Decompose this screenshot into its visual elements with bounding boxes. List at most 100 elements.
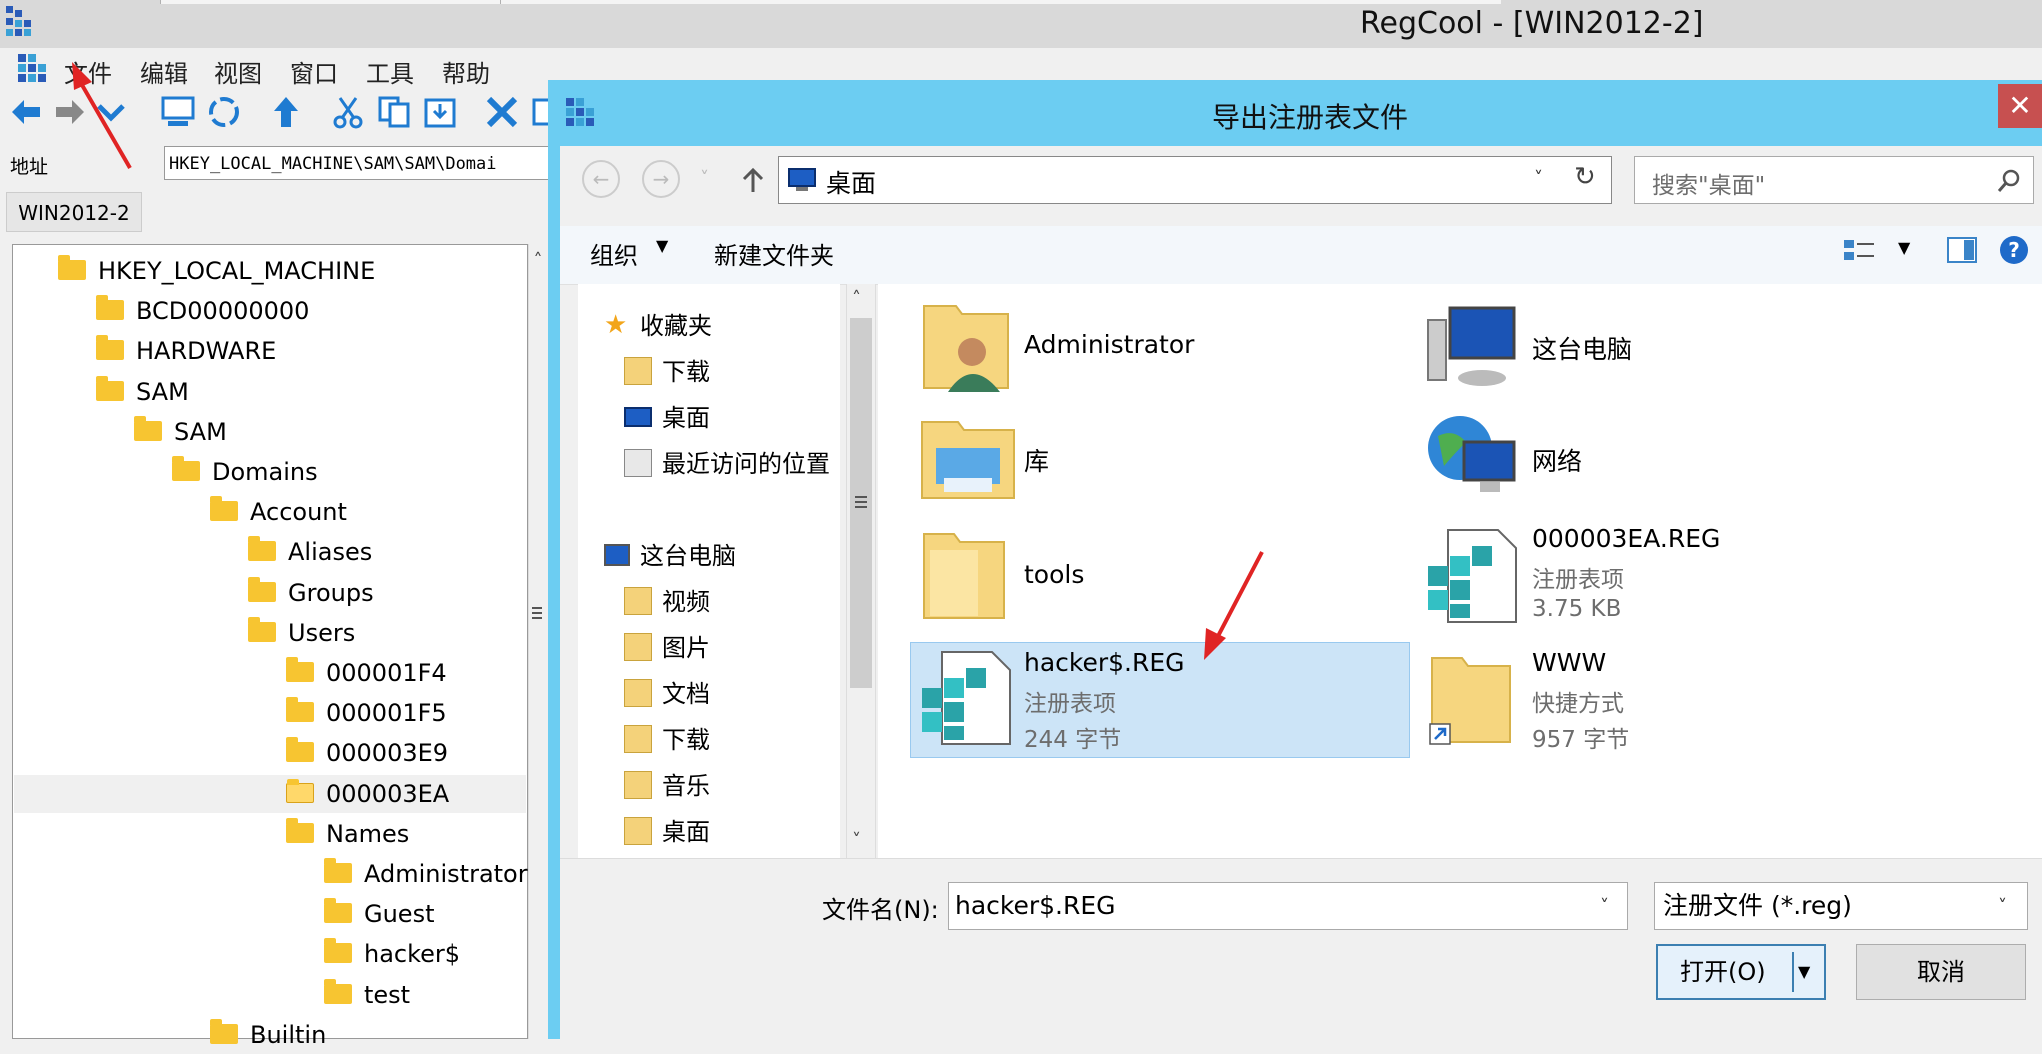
- file-name[interactable]: Administrator: [1024, 330, 1194, 359]
- location-bar[interactable]: [778, 156, 1612, 204]
- copy-icon[interactable]: [376, 94, 412, 130]
- tree-scrollbar[interactable]: [528, 244, 549, 1039]
- shortcut-folder-icon[interactable]: [1424, 648, 1516, 748]
- tree-item[interactable]: 000001F5: [286, 694, 447, 732]
- user-folder-icon[interactable]: [920, 296, 1012, 396]
- new-folder-button[interactable]: 新建文件夹: [714, 236, 834, 271]
- reg-file-icon[interactable]: [918, 648, 1014, 748]
- tree-item[interactable]: Builtin: [210, 1016, 326, 1054]
- scroll-up-icon[interactable]: ˄: [852, 288, 861, 309]
- refresh-icon[interactable]: [206, 94, 242, 130]
- app-menu-icon[interactable]: [18, 54, 48, 84]
- file-name[interactable]: tools: [1024, 560, 1084, 589]
- tree-item[interactable]: hacker$: [324, 935, 460, 973]
- window-tab[interactable]: [160, 0, 501, 4]
- scroll-grip-icon[interactable]: [852, 490, 870, 514]
- cut-icon[interactable]: [330, 94, 366, 130]
- view-dropdown-icon[interactable]: ▼: [1898, 238, 1910, 257]
- tree-item[interactable]: SAM: [134, 413, 227, 451]
- file-name[interactable]: WWW: [1532, 648, 1606, 677]
- nav-pc-pictures[interactable]: 图片: [624, 628, 710, 663]
- computer-icon[interactable]: [1424, 300, 1520, 392]
- close-button[interactable]: ✕: [1998, 84, 2042, 128]
- reg-file-icon[interactable]: [1424, 526, 1520, 626]
- tree-item[interactable]: Domains: [172, 453, 318, 491]
- tree-item[interactable]: HKEY_LOCAL_MACHINE: [58, 252, 375, 290]
- file-name[interactable]: hacker$.REG: [1024, 648, 1185, 677]
- file-type: 注册表项: [1532, 567, 1624, 593]
- help-icon[interactable]: ?: [1998, 234, 2030, 266]
- tree-item[interactable]: Account: [210, 493, 347, 531]
- filename-input[interactable]: hacker$.REG: [948, 882, 1628, 930]
- tree-item[interactable]: Aliases: [248, 533, 372, 571]
- chevron-down-icon[interactable]: ˅: [1600, 896, 1609, 917]
- menu-edit[interactable]: 编辑: [140, 54, 188, 89]
- menu-help[interactable]: 帮助: [442, 54, 490, 89]
- nav-favorites[interactable]: ★ 收藏夹: [604, 306, 712, 341]
- documents-folder-icon: [624, 679, 652, 707]
- search-icon[interactable]: [1996, 168, 2022, 194]
- file-name[interactable]: 000003EA.REG: [1532, 524, 1720, 553]
- tree-item[interactable]: BCD00000000: [96, 292, 309, 330]
- tree-item[interactable]: 000003EA: [14, 774, 526, 813]
- back-arrow-icon[interactable]: [8, 94, 44, 130]
- preview-pane-icon[interactable]: [1946, 234, 1978, 266]
- tree-item[interactable]: HARDWARE: [96, 332, 276, 370]
- menu-tools[interactable]: 工具: [366, 54, 414, 89]
- open-button[interactable]: 打开(O) ▼: [1656, 944, 1826, 1000]
- nav-pc-desktop[interactable]: 桌面: [624, 812, 710, 847]
- organize-button[interactable]: 组织: [590, 236, 638, 271]
- nav-fav-desktop[interactable]: 桌面: [624, 398, 710, 433]
- view-options-icon[interactable]: [1842, 236, 1876, 266]
- tree-item[interactable]: Administrator: [324, 855, 528, 893]
- recent-locations-icon[interactable]: ˅: [700, 168, 709, 189]
- file-name[interactable]: 库: [1024, 442, 1049, 478]
- tree-item[interactable]: Guest: [324, 895, 435, 933]
- tree-item[interactable]: test: [324, 976, 410, 1014]
- computer-icon[interactable]: [160, 94, 196, 130]
- menu-window[interactable]: 窗口: [290, 54, 338, 89]
- organize-dropdown-icon[interactable]: ▼: [656, 236, 668, 255]
- back-button[interactable]: ←: [582, 160, 620, 198]
- chevron-down-icon[interactable]: ˅: [1998, 896, 2007, 917]
- folder-icon[interactable]: [918, 526, 1010, 622]
- forward-button[interactable]: →: [642, 160, 680, 198]
- nav-fav-recent[interactable]: 最近访问的位置: [624, 444, 830, 479]
- tree-item[interactable]: Names: [286, 815, 409, 853]
- window-tab[interactable]: [500, 0, 1501, 4]
- refresh-icon[interactable]: ↻: [1574, 162, 1596, 192]
- scroll-down-icon[interactable]: ˅: [852, 830, 861, 851]
- delete-icon[interactable]: [484, 94, 520, 130]
- tree-item-label: SAM: [174, 417, 227, 446]
- tree-item[interactable]: SAM: [96, 373, 189, 411]
- nav-this-pc[interactable]: 这台电脑: [604, 536, 736, 571]
- nav-label: 音乐: [662, 772, 710, 800]
- nav-pc-downloads[interactable]: 下载: [624, 720, 710, 755]
- host-tab[interactable]: WIN2012-2: [6, 192, 142, 232]
- file-name[interactable]: 网络: [1532, 442, 1582, 478]
- tree-item-label: Builtin: [250, 1020, 327, 1049]
- tree-item[interactable]: 000003E9: [286, 734, 448, 772]
- address-input[interactable]: HKEY_LOCAL_MACHINE\SAM\SAM\Domai: [164, 146, 564, 180]
- tree-item[interactable]: Users: [248, 614, 355, 652]
- library-icon[interactable]: [918, 408, 1018, 504]
- nav-pc-videos[interactable]: 视频: [624, 582, 710, 617]
- nav-fav-downloads[interactable]: 下载: [624, 352, 710, 387]
- filetype-select[interactable]: 注册文件 (*.reg): [1654, 882, 2028, 930]
- menu-view[interactable]: 视图: [214, 54, 262, 89]
- nav-pc-music[interactable]: 音乐: [624, 766, 710, 801]
- open-dropdown-icon[interactable]: ▼: [1798, 946, 1810, 998]
- scroll-up-icon[interactable]: ˄: [528, 250, 548, 280]
- chevron-down-icon[interactable]: ˅: [1534, 168, 1543, 189]
- up-arrow-icon[interactable]: [738, 166, 768, 196]
- scroll-grip-icon[interactable]: [529, 600, 545, 626]
- nav-pc-documents[interactable]: 文档: [624, 674, 710, 709]
- up-arrow-icon[interactable]: [268, 94, 304, 130]
- cancel-button[interactable]: 取消: [1856, 944, 2026, 1000]
- tree-item[interactable]: 000001F4: [286, 654, 447, 692]
- paste-icon[interactable]: [422, 94, 458, 130]
- network-icon[interactable]: [1424, 408, 1520, 504]
- tree-item[interactable]: Groups: [248, 574, 374, 612]
- tree-item-label: Aliases: [288, 538, 373, 567]
- file-name[interactable]: 这台电脑: [1532, 330, 1632, 366]
